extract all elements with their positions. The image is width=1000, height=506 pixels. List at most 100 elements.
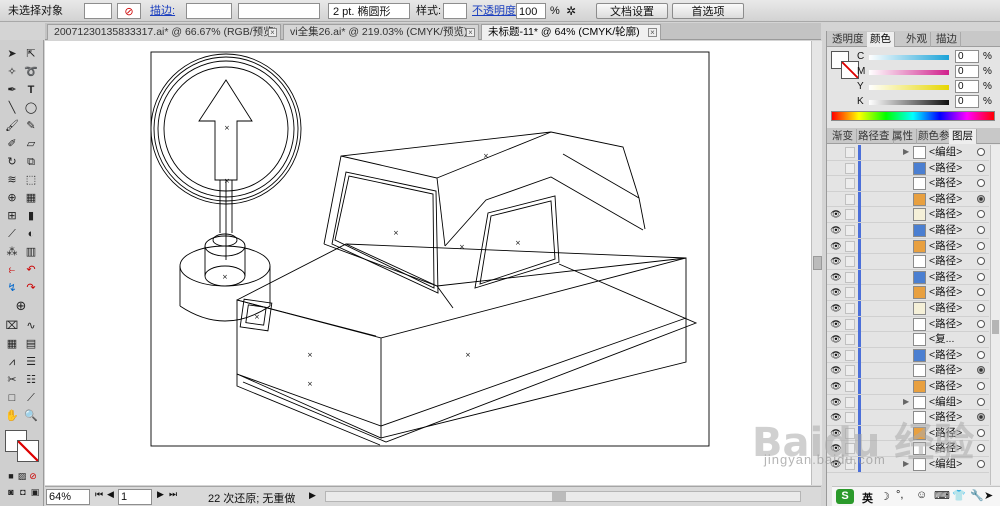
lock-toggle[interactable] (845, 240, 855, 252)
first-page-icon[interactable]: ⏮ (95, 489, 103, 500)
hscroll-thumb[interactable] (552, 492, 566, 501)
opacity-link[interactable]: 不透明度: (472, 3, 519, 19)
layers-scrollbar[interactable] (990, 145, 1000, 485)
zoom-tool-icon[interactable]: 🔍 (22, 408, 40, 424)
free-transform-icon[interactable]: ⬚ (22, 172, 40, 188)
eye-icon[interactable]: 👁 (830, 334, 842, 345)
tab-attributes[interactable]: 属性 (889, 129, 917, 144)
tab-doc-2[interactable]: vi全集26.ai* @ 219.03% (CMYK/预览) × (283, 24, 479, 40)
eye-icon[interactable]: 👁 (830, 287, 842, 298)
layer-row[interactable]: 👁 <路径> (827, 223, 989, 239)
crosshair-icon[interactable]: ⊕ (12, 298, 30, 314)
eye-icon[interactable] (830, 178, 842, 189)
lock-toggle[interactable] (845, 209, 855, 221)
tab-pathfinder[interactable]: 路径查 (855, 129, 894, 144)
stroke-swatch[interactable]: ⊘ (117, 3, 141, 19)
lock-toggle[interactable] (845, 459, 855, 470)
bezier-icon[interactable]: ↯ (3, 280, 21, 296)
symbol-sprayer-icon[interactable]: ⁂ (3, 244, 21, 260)
status-menu-icon[interactable]: ▶ (309, 490, 316, 501)
brush-tool-icon[interactable]: 🖌 (3, 118, 21, 134)
lock-toggle[interactable] (845, 349, 855, 361)
layer-row[interactable]: 👁 <路径> (827, 301, 989, 317)
screen-mode-icon[interactable]: ▣ (26, 484, 44, 500)
tab-layers[interactable]: 图层 (949, 129, 977, 144)
list-icon[interactable]: ☷ (22, 372, 40, 388)
lock-toggle[interactable] (845, 396, 855, 408)
lock-toggle[interactable] (845, 147, 855, 158)
eye-icon[interactable]: 👁 (830, 459, 842, 470)
target-circle-icon[interactable] (977, 304, 985, 312)
eye-icon[interactable]: 👁 (830, 319, 842, 330)
eye-icon[interactable]: 👁 (830, 428, 842, 439)
punct-icon[interactable]: °, (896, 489, 903, 501)
doc-setup-button[interactable]: 文档设置 (596, 3, 668, 19)
expand-triangle-icon[interactable]: ▶ (903, 147, 909, 156)
tab-stroke[interactable]: 描边 (933, 32, 961, 47)
sogou-logo-icon[interactable]: S (836, 489, 854, 504)
target-circle-icon[interactable] (977, 226, 985, 234)
target-circle-icon[interactable] (977, 350, 985, 359)
artboard-canvas[interactable]: × × × × × × × × × × × (45, 41, 811, 485)
target-circle-icon[interactable] (977, 257, 985, 266)
tab-color[interactable]: 颜色 (867, 32, 895, 47)
expand-triangle-icon[interactable]: ▶ (903, 459, 909, 468)
close-icon[interactable]: × (648, 28, 657, 37)
close-icon[interactable]: × (466, 28, 475, 37)
expand-triangle-icon[interactable]: ▶ (903, 397, 909, 406)
lock-toggle[interactable] (845, 178, 855, 190)
eye-icon[interactable] (830, 194, 842, 205)
lock-toggle[interactable] (845, 162, 855, 174)
wave-icon[interactable]: ∿ (22, 318, 40, 334)
target-circle-icon[interactable] (977, 288, 985, 297)
lock-toggle[interactable] (845, 427, 855, 439)
skin-icon[interactable]: 👕 (952, 489, 966, 502)
layer-row[interactable]: 👁 <路径> (827, 347, 989, 364)
layer-row[interactable]: <路径> (827, 191, 989, 208)
layer-row[interactable]: 👁 <路径> (827, 363, 989, 379)
layer-row[interactable]: 👁 <路径> (827, 379, 989, 395)
gradient-tool-icon[interactable]: ▮ (22, 208, 40, 224)
target-circle-icon[interactable] (977, 413, 985, 422)
magic-wand-icon[interactable]: ✧ (3, 64, 21, 80)
layer-row[interactable]: 👁 <路径> (827, 238, 989, 255)
last-page-icon[interactable]: ⏭ (169, 489, 177, 500)
eye-icon[interactable]: 👁 (830, 397, 842, 408)
target-circle-icon[interactable] (977, 335, 985, 344)
blend-tool-icon[interactable]: ◐ (22, 226, 40, 242)
page-select[interactable]: 1 (118, 489, 152, 505)
pen-tool-icon[interactable]: ✒ (3, 82, 21, 98)
eraser-icon[interactable]: ▱ (22, 136, 40, 152)
layer-row[interactable]: 👁 <路径> (827, 316, 989, 333)
layer-row[interactable]: 👁 <路径> (827, 285, 989, 301)
lock-toggle[interactable] (845, 303, 855, 314)
selection-tool-icon[interactable]: ➤ (3, 46, 21, 62)
scroll-thumb[interactable] (813, 256, 822, 270)
layer-row[interactable]: 👁 <路径> (827, 410, 989, 426)
shape-builder-icon[interactable]: ⊕ (3, 190, 21, 206)
eye-icon[interactable]: 👁 (830, 256, 842, 267)
target-circle-icon[interactable] (977, 194, 985, 203)
target-circle-icon[interactable] (977, 444, 985, 453)
keyboard-icon[interactable]: ⌨ (934, 489, 950, 502)
yellow-slider[interactable]: Y 0 % (857, 80, 999, 95)
perspective-grid-icon[interactable]: ▦ (22, 190, 40, 206)
stroke-weight-select[interactable] (186, 3, 232, 19)
layer-row[interactable]: ▶ <编组> (827, 145, 989, 161)
lock-toggle[interactable] (845, 287, 855, 299)
tab-doc-1[interactable]: 20071230135833317.ai* @ 66.67% (RGB/预览) … (47, 24, 281, 40)
scale-tool-icon[interactable]: ⧉ (22, 154, 40, 170)
layers-scroll-thumb[interactable] (992, 320, 999, 334)
layer-row[interactable]: 👁 <复... (827, 332, 989, 348)
tab-gradient[interactable]: 渐变 (829, 129, 857, 144)
lock-toggle[interactable] (845, 193, 855, 205)
curvature-icon[interactable]: ↶ (22, 262, 40, 278)
preferences-button[interactable]: 首选项 (672, 3, 744, 19)
eye-icon[interactable]: 👁 (830, 365, 842, 376)
scissors-width-icon[interactable]: ⥼ (3, 262, 21, 278)
lock-toggle[interactable] (845, 334, 855, 346)
eyedropper-icon[interactable]: ⟋ (3, 226, 21, 242)
target-circle-icon[interactable] (977, 428, 985, 437)
eye-icon[interactable]: 👁 (830, 225, 842, 236)
canvas-vertical-scrollbar[interactable] (811, 41, 822, 485)
